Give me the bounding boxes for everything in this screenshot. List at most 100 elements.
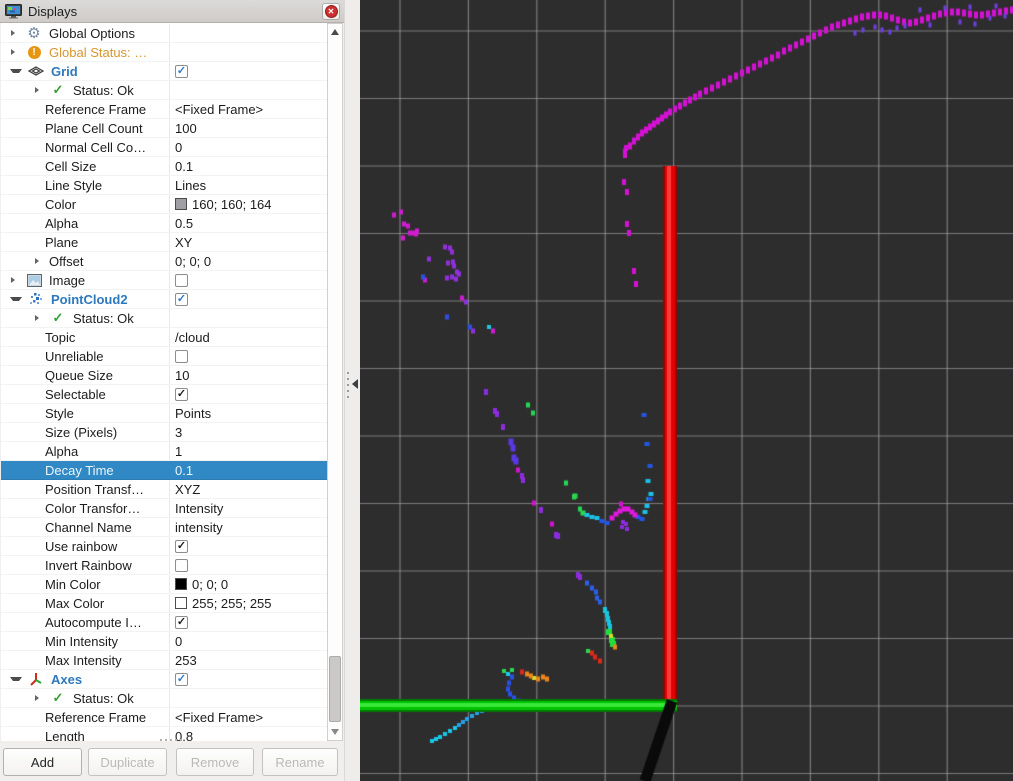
- checkbox[interactable]: ✓: [175, 65, 188, 78]
- expander-icon[interactable]: [11, 30, 19, 36]
- rename-button[interactable]: Rename: [262, 748, 338, 776]
- 3d-viewport: [360, 0, 1013, 781]
- checkbox[interactable]: ✓: [175, 388, 188, 401]
- property-label: Alpha: [45, 216, 78, 231]
- checkbox[interactable]: ✓: [175, 673, 188, 686]
- property-value[interactable]: 3: [175, 425, 182, 440]
- property-value[interactable]: <Fixed Frame>: [175, 710, 263, 725]
- tree-row[interactable]: Use rainbow ✓: [1, 537, 327, 556]
- tree-row[interactable]: Invert Rainbow: [1, 556, 327, 575]
- property-value[interactable]: XYZ: [175, 482, 200, 497]
- remove-button[interactable]: Remove: [176, 748, 254, 776]
- tree-row[interactable]: ✓ Status: Ok: [1, 689, 327, 708]
- tree-row[interactable]: Channel Name intensity: [1, 518, 327, 537]
- checkbox[interactable]: ✓: [175, 293, 188, 306]
- property-value[interactable]: 0.5: [175, 216, 193, 231]
- render-canvas[interactable]: [360, 0, 1013, 781]
- tree-row[interactable]: Plane Cell Count 100: [1, 119, 327, 138]
- property-value[interactable]: <Fixed Frame>: [175, 102, 263, 117]
- tree-row[interactable]: Offset 0; 0; 0: [1, 252, 327, 271]
- color-swatch[interactable]: [175, 597, 187, 609]
- expander-icon[interactable]: [11, 49, 19, 55]
- color-swatch[interactable]: [175, 578, 187, 590]
- tree-row[interactable]: Line Style Lines: [1, 176, 327, 195]
- collapse-left-icon[interactable]: [352, 379, 358, 389]
- scroll-up-icon[interactable]: [331, 29, 339, 35]
- checkbox[interactable]: [175, 274, 188, 287]
- tree-row[interactable]: Color 160; 160; 164: [1, 195, 327, 214]
- property-value[interactable]: 0.1: [175, 159, 193, 174]
- checkbox[interactable]: [175, 350, 188, 363]
- tree-row[interactable]: Cell Size 0.1: [1, 157, 327, 176]
- tree-row[interactable]: Min Intensity 0: [1, 632, 327, 651]
- property-value[interactable]: 0; 0; 0: [192, 577, 228, 592]
- expander-icon[interactable]: [10, 677, 22, 681]
- property-value[interactable]: Intensity: [175, 501, 223, 516]
- tree-row[interactable]: Queue Size 10: [1, 366, 327, 385]
- property-label: Decay Time: [45, 463, 114, 478]
- property-value[interactable]: 0: [175, 634, 182, 649]
- expander-icon[interactable]: [11, 277, 19, 283]
- expander-icon[interactable]: [35, 695, 43, 701]
- add-button[interactable]: Add: [3, 748, 82, 776]
- property-value[interactable]: XY: [175, 235, 192, 250]
- checkbox[interactable]: [175, 559, 188, 572]
- property-value[interactable]: 10: [175, 368, 189, 383]
- tree-row[interactable]: Position Transf… XYZ: [1, 480, 327, 499]
- tree-row[interactable]: Style Points: [1, 404, 327, 423]
- tree-row[interactable]: Reference Frame <Fixed Frame>: [1, 708, 327, 727]
- tree-row[interactable]: Autocompute I… ✓: [1, 613, 327, 632]
- tree-row[interactable]: PointCloud2 ✓: [1, 290, 327, 309]
- property-value[interactable]: Lines: [175, 178, 206, 193]
- tree-row[interactable]: ✓ Status: Ok: [1, 309, 327, 328]
- color-swatch[interactable]: [175, 198, 187, 210]
- tree-row[interactable]: Max Intensity 253: [1, 651, 327, 670]
- duplicate-button[interactable]: Duplicate: [88, 748, 167, 776]
- tree-row[interactable]: Reference Frame <Fixed Frame>: [1, 100, 327, 119]
- tree-row[interactable]: Max Color 255; 255; 255: [1, 594, 327, 613]
- scrollbar-thumb[interactable]: [329, 656, 341, 722]
- property-value[interactable]: 253: [175, 653, 197, 668]
- property-label: Grid: [51, 64, 78, 79]
- property-value[interactable]: 0: [175, 140, 182, 155]
- tree-row[interactable]: ✓ Status: Ok: [1, 81, 327, 100]
- tree-row[interactable]: ⚙ Global Options: [1, 24, 327, 43]
- tree-row[interactable]: Unreliable: [1, 347, 327, 366]
- tree-row[interactable]: Selectable ✓: [1, 385, 327, 404]
- property-value[interactable]: 100: [175, 121, 197, 136]
- tree-row[interactable]: Plane XY: [1, 233, 327, 252]
- property-value[interactable]: 160; 160; 164: [192, 197, 272, 212]
- property-value[interactable]: Points: [175, 406, 211, 421]
- tree-row[interactable]: Axes ✓: [1, 670, 327, 689]
- tree-row[interactable]: Decay Time 0.1: [1, 461, 327, 480]
- expander-icon[interactable]: [10, 69, 22, 73]
- tree-row[interactable]: Normal Cell Co… 0: [1, 138, 327, 157]
- scrollbar[interactable]: [327, 23, 343, 741]
- expander-icon[interactable]: [35, 258, 43, 264]
- checkbox[interactable]: ✓: [175, 616, 188, 629]
- checkbox[interactable]: ✓: [175, 540, 188, 553]
- property-value[interactable]: 0; 0; 0: [175, 254, 211, 269]
- property-value[interactable]: intensity: [175, 520, 223, 535]
- tree-row[interactable]: Alpha 0.5: [1, 214, 327, 233]
- tree-row[interactable]: Size (Pixels) 3: [1, 423, 327, 442]
- expander-icon[interactable]: [35, 315, 43, 321]
- property-value[interactable]: 1: [175, 444, 182, 459]
- panel-titlebar[interactable]: Displays ✕: [0, 0, 344, 23]
- tree-row[interactable]: Global Status: …: [1, 43, 327, 62]
- expander-icon[interactable]: [35, 87, 43, 93]
- expander-icon[interactable]: [10, 297, 22, 301]
- property-label: Style: [45, 406, 74, 421]
- tree-row[interactable]: Color Transfor… Intensity: [1, 499, 327, 518]
- close-button[interactable]: ✕: [322, 3, 340, 20]
- tree-row[interactable]: Alpha 1: [1, 442, 327, 461]
- panel-splitter[interactable]: [344, 0, 360, 781]
- tree-row[interactable]: Topic /cloud: [1, 328, 327, 347]
- tree-row[interactable]: Grid ✓: [1, 62, 327, 81]
- tree-row[interactable]: Image: [1, 271, 327, 290]
- property-value[interactable]: 0.1: [175, 463, 193, 478]
- tree-row[interactable]: Min Color 0; 0; 0: [1, 575, 327, 594]
- property-value[interactable]: 255; 255; 255: [192, 596, 272, 611]
- property-value[interactable]: /cloud: [175, 330, 210, 345]
- scroll-down-icon[interactable]: [331, 729, 339, 735]
